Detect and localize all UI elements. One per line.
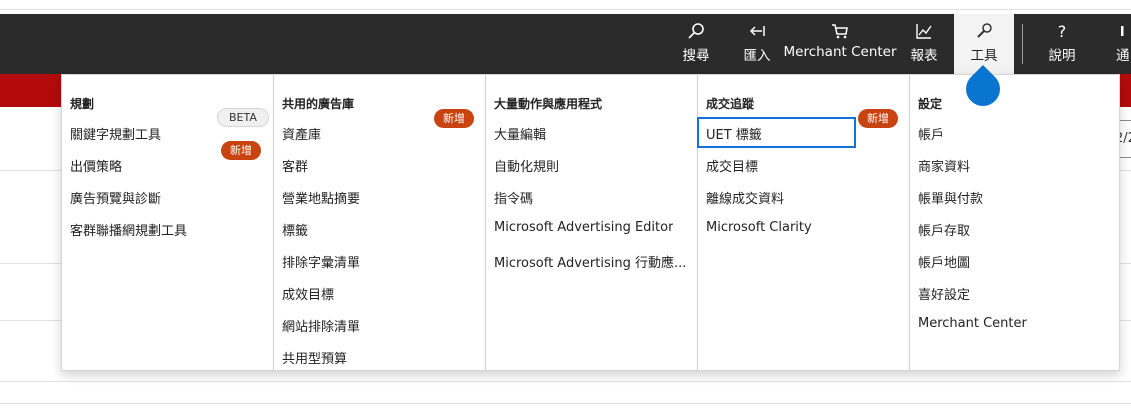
menu-item-microsoft-clarity[interactable]: Microsoft Clarity [706, 220, 812, 235]
keyboard-focus-outline [697, 117, 856, 148]
column-title: 成交追蹤 [706, 97, 755, 111]
search-icon [683, 14, 709, 40]
new-badge: 新增 [858, 109, 898, 128]
import-icon [744, 14, 770, 40]
menu-item-ad-preview[interactable]: 廣告預覽與診斷 [70, 188, 161, 207]
row-divider [0, 403, 1131, 404]
nav-merchant-center[interactable]: Merchant Center [783, 14, 897, 74]
nav-help[interactable]: ? 說明 [1040, 14, 1084, 74]
menu-item-keyword-planner[interactable]: 關鍵字規劃工具 [70, 124, 161, 143]
cart-icon [827, 14, 853, 40]
menu-item-billing[interactable]: 帳單與付款 [918, 188, 983, 207]
menu-item-automated-rules[interactable]: 自動化規則 [494, 156, 559, 175]
row-divider [0, 381, 1131, 382]
column-conversion-tracking: 成交追蹤 UET 標籤 成交目標 離線成交資料 Microsoft Clarit… [697, 75, 909, 371]
nav-notifications[interactable]: 通 [1116, 14, 1131, 74]
menu-item-bulk-edits[interactable]: 大量編輯 [494, 124, 546, 143]
menu-item-labels[interactable]: 標籤 [282, 220, 308, 239]
menu-item-negative-keywords[interactable]: 排除字彙清單 [282, 252, 360, 271]
wrench-icon [971, 14, 997, 40]
menu-item-business-data[interactable]: 商家資料 [918, 156, 970, 175]
help-icon: ? [1049, 14, 1075, 40]
menu-item-account-access[interactable]: 帳戶存取 [918, 220, 970, 239]
menu-item-account-map[interactable]: 帳戶地圖 [918, 252, 970, 271]
nav-reports[interactable]: 報表 [902, 14, 946, 74]
column-title: 規劃 [70, 97, 95, 111]
menu-item-scripts[interactable]: 指令碼 [494, 188, 533, 207]
top-navigation: 搜尋 匯入 Merchant Center 報表 工具 ? 說明 通 [0, 14, 1131, 74]
menu-item-mobile-app[interactable]: Microsoft Advertising 行動應... [494, 252, 690, 271]
new-badge: 新增 [221, 141, 261, 160]
nav-label: 工具 [970, 48, 998, 64]
column-bulk-actions: 大量動作與應用程式 大量編輯 自動化規則 指令碼 Microsoft Adver… [485, 75, 697, 371]
new-badge: 新增 [434, 109, 474, 128]
menu-item-preferences[interactable]: 喜好設定 [918, 284, 970, 303]
column-planning: 規劃 關鍵字規劃工具 出價策略 廣告預覽與診斷 客群聯播網規劃工具 BETA 新… [62, 75, 273, 371]
column-title: 設定 [918, 97, 943, 111]
nav-label: Merchant Center [783, 44, 897, 60]
chart-icon [911, 14, 937, 40]
menu-item-shared-budgets[interactable]: 共用型預算 [282, 348, 347, 367]
nav-label: 搜尋 [682, 48, 710, 64]
menu-item-website-exclusions[interactable]: 網站排除清單 [282, 316, 360, 335]
menu-item-conversion-goals[interactable]: 成交目標 [706, 156, 758, 175]
nav-label: 匯入 [743, 48, 771, 64]
menu-item-performance-targets[interactable]: 成效目標 [282, 284, 334, 303]
svg-text:?: ? [1058, 22, 1067, 40]
menu-item-uet-tag[interactable]: UET 標籤 [697, 117, 856, 148]
nav-label: 報表 [910, 48, 938, 64]
nav-label: 通 [1116, 48, 1130, 64]
menu-item-accounts[interactable]: 帳戶 [918, 124, 944, 143]
menu-item-offline-conversions[interactable]: 離線成交資料 [706, 188, 784, 207]
tools-dropdown-menu: 規劃 關鍵字規劃工具 出價策略 廣告預覽與診斷 客群聯播網規劃工具 BETA 新… [61, 74, 1120, 371]
menu-item-location-extensions[interactable]: 營業地點摘要 [282, 188, 360, 207]
nav-search[interactable]: 搜尋 [675, 14, 717, 74]
menu-item-audiences[interactable]: 客群 [282, 156, 308, 175]
menu-item-bid-strategy[interactable]: 出價策略 [70, 156, 122, 175]
menu-item-editor[interactable]: Microsoft Advertising Editor [494, 220, 673, 235]
column-shared-library: 共用的廣告庫 資產庫 客群 營業地點摘要 標籤 排除字彙清單 成效目標 網站排除… [273, 75, 485, 371]
menu-item-asset-library[interactable]: 資產庫 [282, 124, 321, 143]
top-rule [0, 9, 1131, 10]
column-title: 大量動作與應用程式 [494, 97, 603, 111]
menu-item-audience-planner[interactable]: 客群聯播網規劃工具 [70, 220, 187, 239]
nav-import[interactable]: 匯入 [736, 14, 778, 74]
nav-label: 說明 [1048, 48, 1076, 64]
nav-divider [1022, 24, 1023, 64]
notification-icon [1116, 14, 1131, 40]
column-setup: 設定 帳戶 商家資料 帳單與付款 帳戶存取 帳戶地圖 喜好設定 Merchant… [909, 75, 1120, 371]
column-title: 共用的廣告庫 [282, 97, 355, 111]
menu-item-merchant-center[interactable]: Merchant Center [918, 316, 1027, 331]
beta-badge: BETA [217, 108, 269, 127]
